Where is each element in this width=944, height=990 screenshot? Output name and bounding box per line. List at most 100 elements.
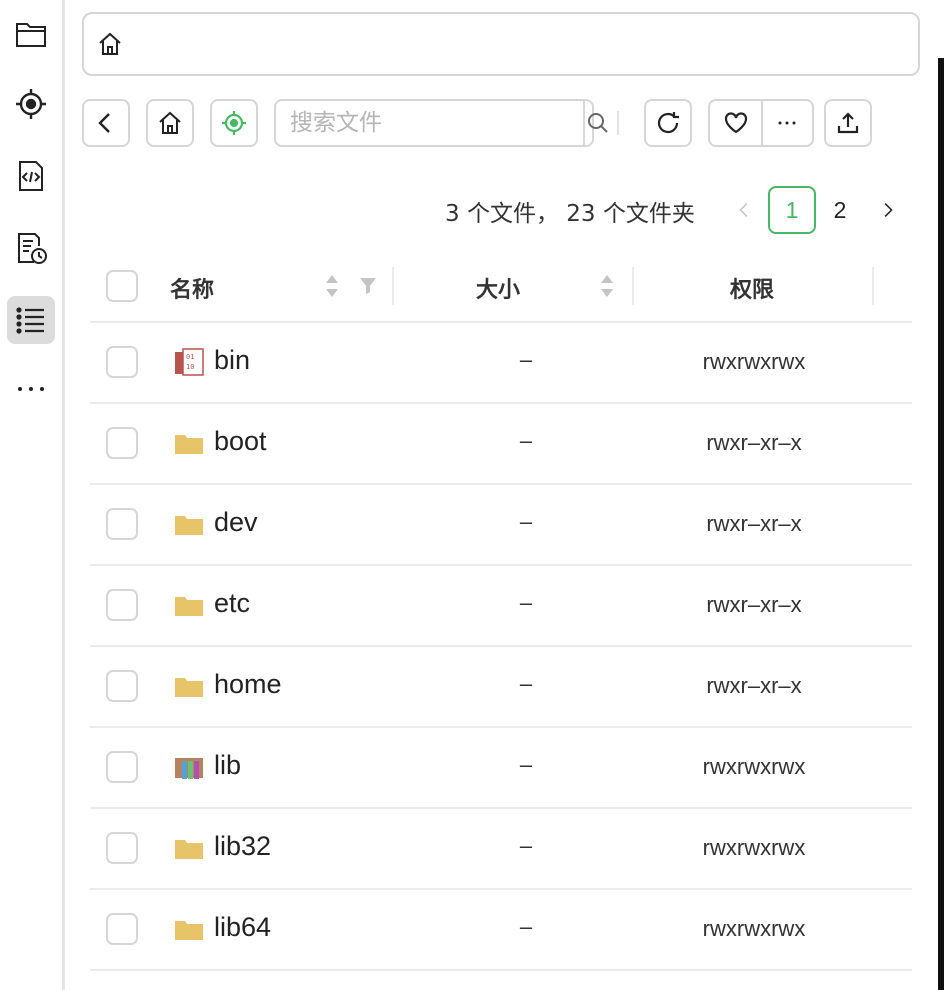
svg-text:10: 10 [186,363,194,371]
search-input[interactable] [276,101,583,145]
refresh-icon [657,112,679,134]
locate-icon [222,111,246,135]
table-row[interactable]: boot – rwxr–xr–x [90,404,912,485]
filter-icon[interactable] [358,276,378,296]
file-permission: rwxr–xr–x [706,430,802,455]
code-file-icon [19,161,43,191]
table-row[interactable]: lib – rwxrwxrwx [90,728,912,809]
home-icon [159,111,181,134]
row-checkbox[interactable] [106,589,138,621]
file-name[interactable]: lib64 [214,912,271,943]
file-permission: rwxr–xr–x [706,592,802,617]
refresh-button[interactable] [644,99,692,147]
folder-icon [175,516,203,535]
page-2-button[interactable]: 2 [816,186,864,234]
table-row[interactable]: etc – rwxr–xr–x [90,566,912,647]
file-name[interactable]: lib [214,750,241,781]
file-size: – [519,914,533,939]
column-divider [392,267,394,305]
favorite-more-group [708,99,814,147]
file-name[interactable]: etc [214,588,250,619]
ellipsis-icon [18,387,44,391]
row-checkbox[interactable] [106,913,138,945]
table-header: 名称 大小 权限 [90,250,912,323]
column-divider [632,267,634,305]
sidebar-divider [62,0,65,990]
page-1-button[interactable]: 1 [768,186,816,234]
select-all-checkbox[interactable] [106,270,138,302]
file-name[interactable]: lib32 [214,831,271,862]
folder-icon [175,840,203,859]
file-size: – [519,509,533,534]
row-checkbox[interactable] [106,751,138,783]
file-size: – [519,590,533,615]
toolbar-divider [617,111,619,135]
row-checkbox[interactable] [106,670,138,702]
upload-button[interactable] [824,99,872,147]
home-button[interactable] [146,99,194,147]
folder-icon [16,23,46,47]
file-permission: rwxrwxrwx [702,835,806,860]
row-checkbox[interactable] [106,832,138,864]
folder-icon [175,921,203,940]
folder-icon [175,678,203,697]
sidebar-item-files[interactable] [7,10,55,58]
file-count-summary: 3 个文件， 23 个文件夹 [445,201,695,227]
file-table: 名称 大小 权限 01 10 bin – rwxrwxrwx boot – rwx… [90,250,912,971]
file-name[interactable]: boot [214,426,267,457]
search-icon [588,113,608,133]
search-button[interactable] [583,101,611,145]
row-checkbox[interactable] [106,508,138,540]
column-header-size[interactable]: 大小 [476,272,520,304]
sidebar-item-more[interactable] [7,358,55,406]
sidebar-item-locate[interactable] [7,80,55,128]
sidebar-item-history[interactable] [7,224,55,272]
table-row[interactable]: lib64 – rwxrwxrwx [90,890,912,971]
file-permission: rwxrwxrwx [702,349,806,374]
ellipsis-icon [778,121,796,125]
chevron-right-icon [884,203,893,217]
favorite-button[interactable] [710,101,761,145]
window-edge [938,58,944,990]
page-prev-button[interactable] [730,196,758,224]
back-button[interactable] [82,99,130,147]
file-name[interactable]: bin [214,345,250,376]
page-next-button[interactable] [874,196,902,224]
file-permission: rwxr–xr–x [706,673,802,698]
sort-size-icon[interactable] [598,272,616,300]
file-name[interactable]: dev [214,507,258,538]
column-header-permission[interactable]: 权限 [730,272,774,304]
svg-text:01: 01 [186,353,194,361]
folder-icon [175,435,203,454]
more-button[interactable] [763,101,812,145]
column-header-name[interactable]: 名称 [170,272,214,304]
back-icon [98,113,110,133]
row-checkbox[interactable] [106,427,138,459]
file-size: – [519,833,533,858]
table-row[interactable]: home – rwxr–xr–x [90,647,912,728]
chevron-left-icon [739,203,748,217]
file-size: – [519,752,533,777]
library-folder-icon [175,758,203,779]
sidebar-item-code[interactable] [7,152,55,200]
table-row[interactable]: 01 10 bin – rwxrwxrwx [90,323,912,404]
heart-icon [724,112,747,134]
sidebar-item-list[interactable] [7,296,55,344]
list-icon [16,307,44,334]
sidebar [0,0,62,990]
file-permission: rwxrwxrwx [702,916,806,941]
file-name[interactable]: home [214,669,282,700]
file-clock-icon [18,233,47,264]
sort-name-icon[interactable] [323,272,341,300]
crosshair-icon [16,89,46,119]
address-bar[interactable] [82,12,920,76]
upload-icon [837,112,859,134]
table-row[interactable]: dev – rwxr–xr–x [90,485,912,566]
locate-button[interactable] [210,99,258,147]
column-divider [872,267,874,305]
file-permission: rwxrwxrwx [702,754,806,779]
file-size: – [519,347,533,372]
row-checkbox[interactable] [106,346,138,378]
file-size: – [519,428,533,453]
table-row[interactable]: lib32 – rwxrwxrwx [90,809,912,890]
